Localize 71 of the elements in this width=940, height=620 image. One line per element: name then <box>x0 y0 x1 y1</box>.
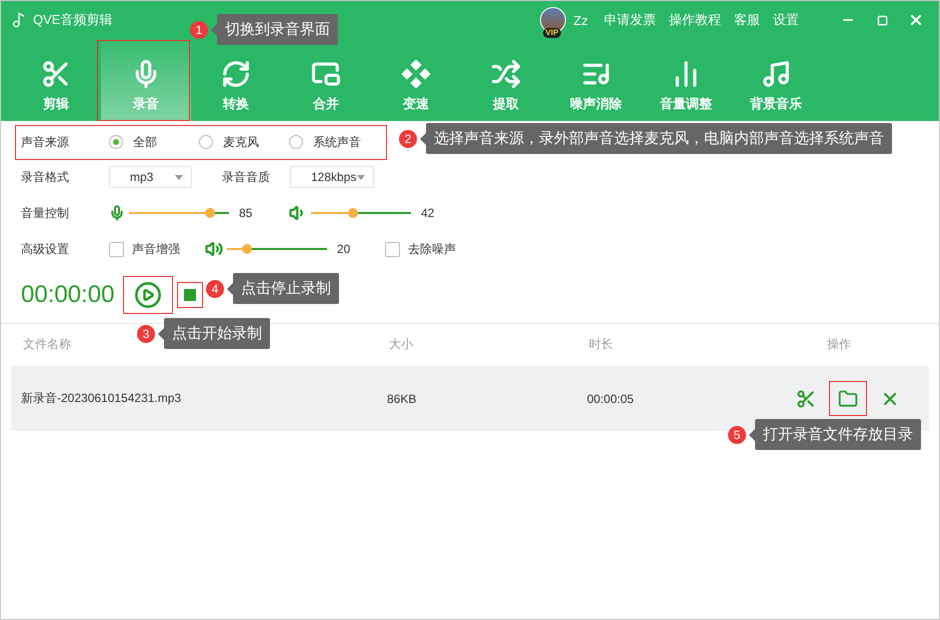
window-title: QVE音频剪辑 <box>33 11 112 29</box>
caret-icon <box>357 174 365 180</box>
slider-value: 42 <box>421 206 436 220</box>
column-header: 操作 <box>826 336 852 353</box>
checkbox-label[interactable]: 去除噪声 <box>408 240 488 258</box>
tool-tab[interactable]: 变速 <box>371 39 461 121</box>
duration-cell-text: 00:00:05 <box>587 392 635 406</box>
music-note-icon <box>11 12 27 28</box>
maximize-icon <box>876 14 888 26</box>
slider-thumb[interactable] <box>348 208 358 218</box>
column-header: 时长 <box>589 336 614 353</box>
field-label: 录音音质 <box>222 168 271 186</box>
column-header: 大小 <box>389 336 414 353</box>
file-name-cell-text: 新录音-20230610154231.mp3 <box>21 390 182 407</box>
speaker-icon <box>205 240 223 258</box>
tooltip-pointer <box>749 428 755 440</box>
tooltip-pointer <box>227 282 233 294</box>
step-badge: 3 <box>137 324 155 342</box>
quality-select[interactable]: 128kbps <box>290 166 374 188</box>
tooltip-pointer <box>211 24 217 36</box>
close-icon <box>908 12 924 28</box>
tool-tab[interactable]: 录音 <box>101 39 191 121</box>
tool-tab[interactable]: 剪辑 <box>11 39 101 121</box>
checkbox[interactable] <box>109 242 124 256</box>
music-note-icon <box>761 59 791 89</box>
user-name[interactable]: Zz <box>574 12 588 28</box>
field-label: 高级设置 <box>21 240 70 258</box>
header-link[interactable]: 申请发票 <box>604 11 656 29</box>
header-link[interactable]: 操作教程 <box>669 11 721 29</box>
play-icon <box>134 281 162 309</box>
field-label: 声音来源 <box>21 134 70 150</box>
checkbox-label[interactable]: 声音增强 <box>132 240 205 258</box>
stop-button[interactable] <box>177 282 203 308</box>
field-label: 音量控制 <box>21 204 70 222</box>
field-label: 录音格式 <box>21 168 70 186</box>
shuffle-icon <box>491 59 521 89</box>
vip-badge: VIP <box>542 28 562 38</box>
header-link[interactable]: 客服 <box>734 11 760 29</box>
radio-label[interactable]: 系统声音 <box>313 134 379 150</box>
tooltip-pointer <box>158 328 164 340</box>
diamond-dots-icon <box>401 59 431 89</box>
slider-thumb[interactable] <box>242 244 252 254</box>
radio-button[interactable] <box>199 135 213 149</box>
tool-tab[interactable]: 提取 <box>461 39 551 121</box>
play-button[interactable] <box>123 276 173 314</box>
slider-value: 20 <box>337 242 352 256</box>
step-badge: 2 <box>399 130 417 148</box>
format-select[interactable]: mp3 <box>109 166 192 188</box>
column-header: 文件名称 <box>23 336 72 353</box>
folder-button[interactable] <box>829 381 867 416</box>
radio-label[interactable]: 麦克风 <box>223 134 289 150</box>
slider-value: 85 <box>239 206 254 220</box>
tool-tab[interactable]: 音量调整 <box>641 39 731 121</box>
scissors-icon <box>796 388 816 408</box>
recording-timer: 00:00:00 <box>21 281 116 309</box>
avatar[interactable] <box>540 7 566 33</box>
slider-thumb[interactable] <box>205 208 215 218</box>
folder-icon <box>838 388 858 408</box>
radio-button[interactable] <box>289 135 303 149</box>
tool-tab[interactable]: 噪声消除 <box>551 39 641 121</box>
radio-label[interactable]: 全部 <box>133 134 199 150</box>
radio-button[interactable] <box>109 135 123 149</box>
refresh-icon <box>221 59 251 89</box>
size-cell-text: 86KB <box>387 392 418 406</box>
caret-icon <box>175 174 183 180</box>
header-link[interactable]: 设置 <box>773 11 799 29</box>
tooltip-pointer <box>420 132 426 144</box>
step-badge: 4 <box>206 280 224 298</box>
tool-tab[interactable]: 背景音乐 <box>731 39 821 121</box>
checkbox[interactable] <box>385 242 400 256</box>
microphone-icon <box>109 205 125 221</box>
